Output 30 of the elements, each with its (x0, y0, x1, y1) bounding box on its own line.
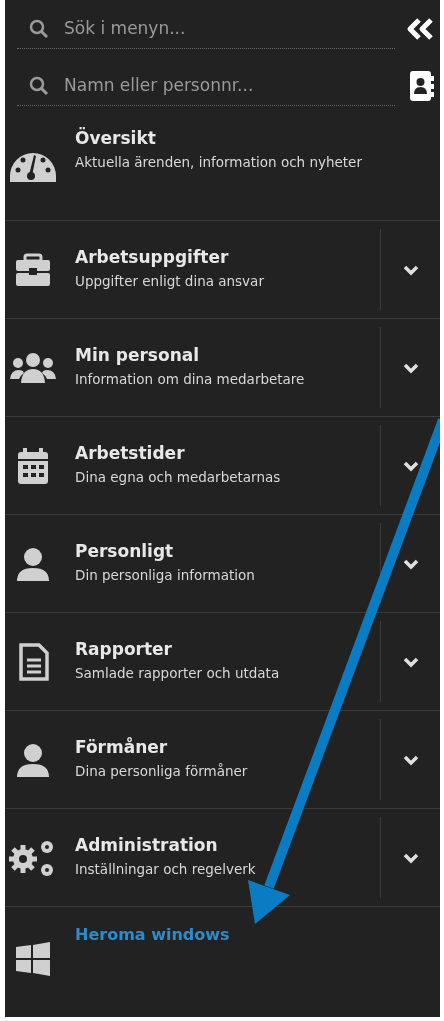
menu-item-description: Inställningar och regelverk (75, 860, 257, 879)
menu-item-description: Dina egna och medarbetarnas (75, 468, 282, 487)
menu-item-description: Information om dina medarbetare (75, 370, 306, 389)
chevron-down-icon (402, 753, 419, 766)
menu-item-description: Aktuella ärenden, information och nyheter (75, 153, 363, 172)
menu-item-title[interactable]: Min personal (75, 345, 380, 365)
search-icon (29, 75, 49, 96)
search-field[interactable]: Sök i menyn... (17, 8, 395, 49)
menu-item-title[interactable]: Personligt (75, 541, 380, 561)
heroma-windows-link[interactable]: Heroma windows (75, 925, 230, 944)
chevron-down-icon (402, 361, 419, 374)
menu-item-title[interactable]: Översikt (75, 128, 440, 148)
menu-item-title[interactable]: Rapporter (75, 639, 380, 659)
contact-book-icon[interactable] (410, 70, 434, 101)
search-field[interactable]: Namn eller personnr... (17, 65, 395, 106)
chevron-down-icon (402, 655, 419, 668)
search-icon (29, 18, 49, 39)
chevron-down-icon (402, 557, 419, 570)
menu-item-description: Samlade rapporter och utdata (75, 664, 281, 683)
menu-item-title[interactable]: Arbetstider (75, 443, 380, 463)
collapse-icon[interactable] (406, 17, 434, 40)
menu-item-title[interactable]: Arbetsuppgifter (75, 247, 380, 267)
menu-item-description: Dina personliga förmåner (75, 762, 249, 781)
menu-item-title[interactable]: Administration (75, 835, 380, 855)
menu-item-description: Din personliga information (75, 566, 256, 585)
chevron-down-icon (402, 851, 419, 864)
chevron-down-icon (402, 459, 419, 472)
menu-item-description: Uppgifter enligt dina ansvar (75, 272, 265, 291)
menu-item-title[interactable]: Förmåner (75, 737, 380, 757)
chevron-down-icon (402, 263, 419, 276)
